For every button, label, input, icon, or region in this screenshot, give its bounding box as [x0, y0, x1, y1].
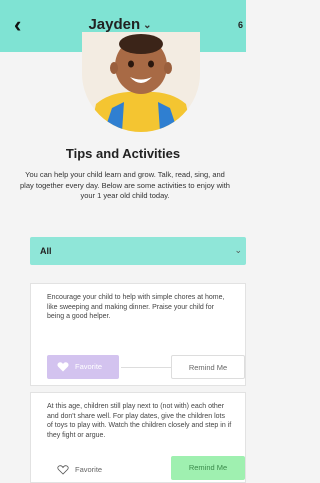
activity-text: At this age, children still play next to… [47, 403, 232, 439]
heart-outline-icon [57, 465, 69, 475]
page-title: Tips and Activities [65, 146, 181, 161]
intro-text: You can help your child learn and grow. … [20, 170, 230, 200]
chevron-down-icon: ⌄ [234, 245, 242, 255]
child-name: Jayden [88, 16, 141, 33]
filter-dropdown[interactable]: All ⌄ [30, 237, 246, 265]
chevron-down-icon: ⌄ [143, 19, 152, 31]
favorite-label: Favorite [75, 362, 103, 371]
corner-label: 6 [237, 20, 243, 30]
child-photo [82, 32, 200, 132]
child-selector[interactable]: Jayden ⌄ [60, 16, 180, 33]
remind-me-label: Remind Me [188, 463, 228, 472]
filter-selected-label: All [40, 246, 52, 256]
favorite-button[interactable]: Favorite [47, 458, 119, 482]
divider [121, 367, 171, 368]
activity-card: Encourage your child to help with simple… [30, 283, 246, 386]
activity-text: Encourage your child to help with simple… [47, 294, 225, 320]
favorite-label: Favorite [75, 465, 103, 474]
heart-icon [57, 362, 69, 372]
activity-card: At this age, children still play next to… [30, 392, 246, 483]
remind-me-label: Remind Me [188, 363, 228, 372]
back-icon[interactable]: ‹ [14, 14, 36, 36]
remind-me-button[interactable]: Remind Me [171, 456, 245, 480]
remind-me-button[interactable]: Remind Me [171, 355, 245, 379]
favorite-button[interactable]: Favorite [47, 355, 119, 379]
